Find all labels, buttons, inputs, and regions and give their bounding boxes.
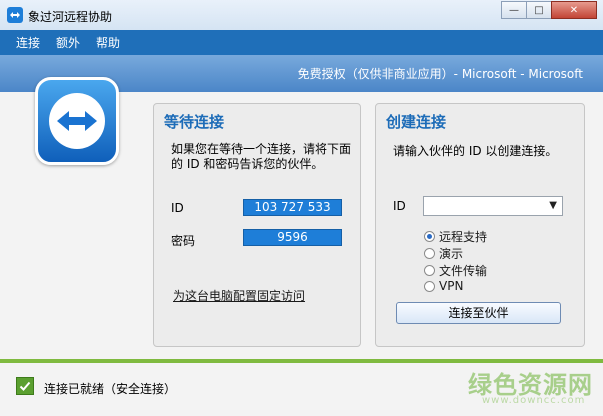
- id-label: ID: [171, 201, 184, 215]
- option-vpn[interactable]: VPN: [424, 279, 463, 293]
- app-logo-icon: [7, 7, 23, 23]
- option-file-transfer-label: 文件传输: [439, 264, 488, 278]
- menu-connection[interactable]: 连接: [16, 34, 40, 51]
- password-value[interactable]: 9596: [243, 229, 342, 246]
- dropdown-arrow-icon[interactable]: ▼: [549, 200, 557, 211]
- wait-connection-panel: 等待连接 如果您在等待一个连接，请将下面的 ID 和密码告诉您的伙伴。 ID 1…: [153, 103, 361, 347]
- radio-file-transfer[interactable]: [424, 265, 435, 276]
- double-arrow-icon: [49, 93, 105, 149]
- create-panel-description: 请输入伙伴的 ID 以创建连接。: [393, 144, 558, 158]
- radio-remote-support[interactable]: [424, 231, 435, 242]
- title-bar[interactable]: 象过河远程协助 — □ ✕: [0, 0, 603, 30]
- status-text: 连接已就绪（安全连接）: [44, 382, 177, 396]
- window-controls: — □ ✕: [501, 1, 597, 19]
- menu-extras[interactable]: 额外: [56, 34, 80, 51]
- window-title: 象过河远程协助: [28, 10, 113, 24]
- license-text: 免费授权（仅供非商业应用）- Microsoft - Microsoft: [297, 67, 583, 81]
- partner-id-input[interactable]: ▼: [423, 196, 563, 216]
- option-file-transfer[interactable]: 文件传输: [424, 262, 487, 279]
- status-bar: 连接已就绪（安全连接） 绿色资源网 www.downcc.com: [0, 363, 603, 416]
- partner-id-label: ID: [393, 199, 406, 213]
- option-presentation[interactable]: 演示: [424, 245, 463, 262]
- password-label: 密码: [171, 234, 196, 248]
- create-connection-panel: 创建连接 请输入伙伴的 ID 以创建连接。 ID ▼ 远程支持 演示 文件传输 …: [375, 103, 585, 347]
- wait-panel-title: 等待连接: [164, 113, 225, 131]
- close-button[interactable]: ✕: [551, 1, 597, 19]
- option-remote-support-label: 远程支持: [439, 230, 488, 244]
- connect-to-partner-button[interactable]: 连接至伙伴: [396, 302, 561, 324]
- create-panel-title: 创建连接: [386, 113, 447, 131]
- maximize-icon: □: [534, 4, 544, 16]
- watermark-url: www.downcc.com: [482, 395, 586, 406]
- option-presentation-label: 演示: [439, 247, 464, 261]
- menu-bar: 连接 额外 帮助: [0, 30, 603, 55]
- fixed-access-link[interactable]: 为这台电脑配置固定访问: [173, 287, 305, 304]
- option-vpn-label: VPN: [439, 279, 464, 293]
- radio-vpn[interactable]: [424, 280, 435, 292]
- app-window: 象过河远程协助 — □ ✕ 连接 额外 帮助 免费授权（仅供非商业应用）- Mi…: [0, 0, 603, 416]
- close-icon: ✕: [569, 4, 579, 16]
- wait-panel-description: 如果您在等待一个连接，请将下面的 ID 和密码告诉您的伙伴。: [171, 142, 352, 171]
- menu-help[interactable]: 帮助: [96, 34, 120, 51]
- minimize-button[interactable]: —: [501, 1, 527, 19]
- check-icon: [16, 377, 34, 395]
- teamviewer-logo: [35, 77, 119, 165]
- option-remote-support[interactable]: 远程支持: [424, 228, 487, 245]
- minimize-icon: —: [509, 4, 519, 16]
- id-value[interactable]: 103 727 533: [243, 199, 342, 216]
- radio-presentation[interactable]: [424, 248, 435, 259]
- maximize-button[interactable]: □: [526, 1, 552, 19]
